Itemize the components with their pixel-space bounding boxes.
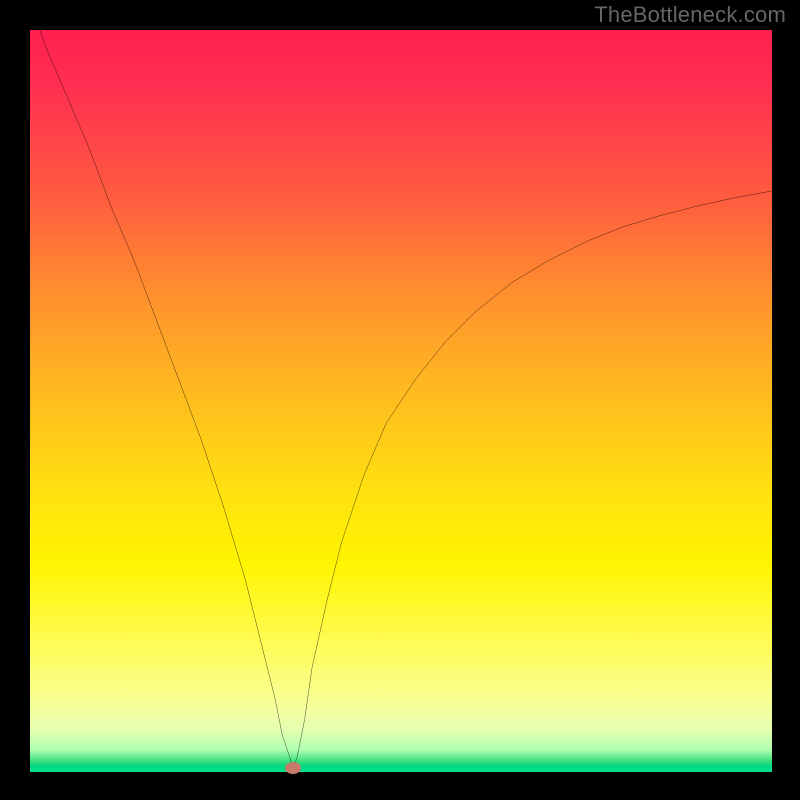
optimum-marker [285,762,301,774]
chart-plot-area [30,30,772,772]
watermark-text: TheBottleneck.com [594,2,786,28]
bottleneck-curve [30,30,772,772]
